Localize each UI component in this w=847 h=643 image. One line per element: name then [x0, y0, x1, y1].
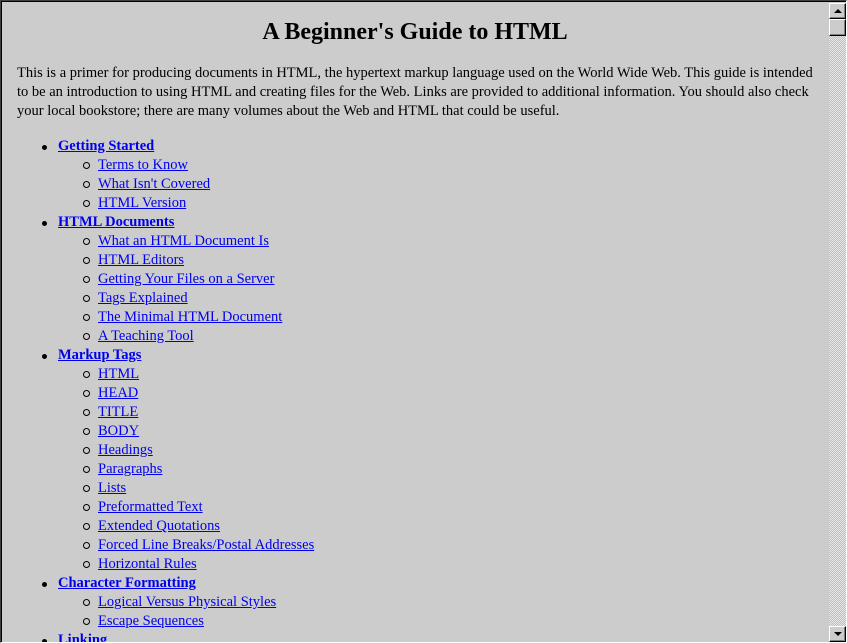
- bullet-circle-icon: [83, 561, 90, 568]
- bullet-disc-icon: [42, 639, 47, 642]
- scroll-down-button[interactable]: [829, 626, 846, 642]
- bullet-circle-icon: [83, 257, 90, 264]
- bullet-circle-icon: [83, 447, 90, 454]
- bullet-circle-icon: [83, 618, 90, 625]
- toc-subsection: Extended Quotations: [58, 517, 827, 536]
- bullet-circle-icon: [83, 314, 90, 321]
- toc-section: HTML Documents What an HTML Document Is HT…: [3, 213, 827, 346]
- document-viewport: A Beginner's Guide to HTML This is a pri…: [3, 3, 827, 642]
- toc-subsection-link[interactable]: A Teaching Tool: [98, 328, 194, 344]
- bullet-circle-icon: [83, 504, 90, 511]
- bullet-circle-icon: [83, 295, 90, 302]
- toc-section-link[interactable]: HTML Documents: [58, 214, 174, 230]
- bullet-disc-icon: [42, 221, 47, 226]
- toc-subsection-link[interactable]: Preformatted Text: [98, 499, 203, 515]
- bullet-circle-icon: [83, 181, 90, 188]
- toc-subsection-link[interactable]: Terms to Know: [98, 157, 188, 173]
- bullet-circle-icon: [83, 276, 90, 283]
- scroll-up-button[interactable]: [829, 3, 846, 19]
- toc-subsection-link[interactable]: HEAD: [98, 385, 138, 401]
- bullet-circle-icon: [83, 162, 90, 169]
- toc-subsection-list: HTML HEAD TITLE BODY Headings Paragraphs Lists…: [58, 365, 827, 574]
- bullet-circle-icon: [83, 390, 90, 397]
- vertical-scrollbar[interactable]: [829, 3, 846, 642]
- bullet-circle-icon: [83, 371, 90, 378]
- toc-section-link[interactable]: Linking: [58, 632, 107, 642]
- toc-subsection-link[interactable]: What an HTML Document Is: [98, 233, 269, 249]
- toc-subsection-link[interactable]: HTML Editors: [98, 252, 184, 268]
- toc-subsection-link[interactable]: Paragraphs: [98, 461, 162, 477]
- toc-subsection: TITLE: [58, 403, 827, 422]
- toc-subsection: Tags Explained: [58, 289, 827, 308]
- toc-subsection-list: Terms to Know What Isn't Covered HTML Vers…: [58, 156, 827, 213]
- toc-section-link[interactable]: Markup Tags: [58, 347, 141, 363]
- toc-subsection: Headings: [58, 441, 827, 460]
- bullet-circle-icon: [83, 485, 90, 492]
- toc-subsection: A Teaching Tool: [58, 327, 827, 346]
- toc-subsection-link[interactable]: Horizontal Rules: [98, 556, 197, 572]
- toc-subsection-link[interactable]: TITLE: [98, 404, 138, 420]
- page-title: A Beginner's Guide to HTML: [262, 19, 568, 45]
- toc-subsection-link[interactable]: The Minimal HTML Document: [98, 309, 282, 325]
- toc-section: Character Formatting Logical Versus Physi…: [3, 574, 827, 631]
- toc-section-link[interactable]: Character Formatting: [58, 575, 196, 591]
- toc-section-link[interactable]: Getting Started: [58, 138, 154, 154]
- bullet-disc-icon: [42, 354, 47, 359]
- bullet-circle-icon: [83, 409, 90, 416]
- toc-subsection-link[interactable]: Logical Versus Physical Styles: [98, 594, 276, 610]
- intro-paragraph: This is a primer for producing documents…: [17, 65, 813, 119]
- toc-subsection: Logical Versus Physical Styles: [58, 593, 827, 612]
- triangle-down-icon: [834, 632, 842, 636]
- toc-subsection: Lists: [58, 479, 827, 498]
- toc-subsection: What Isn't Covered: [58, 175, 827, 194]
- toc-subsection: Horizontal Rules: [58, 555, 827, 574]
- table-of-contents: Getting Started Terms to Know What Isn't C…: [3, 137, 827, 642]
- toc-section: Markup Tags HTML HEAD TITLE BODY Headings Para…: [3, 346, 827, 574]
- toc-subsection: Terms to Know: [58, 156, 827, 175]
- toc-subsection-link[interactable]: HTML: [98, 366, 139, 382]
- toc-subsection-link[interactable]: Getting Your Files on a Server: [98, 271, 274, 287]
- bullet-circle-icon: [83, 523, 90, 530]
- bullet-circle-icon: [83, 542, 90, 549]
- toc-subsection: HTML Editors: [58, 251, 827, 270]
- bullet-disc-icon: [42, 145, 47, 150]
- toc-subsection-list: What an HTML Document Is HTML Editors Gett…: [58, 232, 827, 346]
- toc-subsection: Paragraphs: [58, 460, 827, 479]
- toc-subsection-link[interactable]: Tags Explained: [98, 290, 188, 306]
- toc-subsection-link[interactable]: What Isn't Covered: [98, 176, 210, 192]
- toc-subsection: The Minimal HTML Document: [58, 308, 827, 327]
- bullet-circle-icon: [83, 333, 90, 340]
- toc-subsection: Forced Line Breaks/Postal Addresses: [58, 536, 827, 555]
- toc-section: Linking: [3, 631, 827, 642]
- browser-content-frame: A Beginner's Guide to HTML This is a pri…: [0, 0, 847, 643]
- bullet-disc-icon: [42, 582, 47, 587]
- toc-subsection-list: Logical Versus Physical Styles Escape Seq…: [58, 593, 827, 631]
- toc-subsection-link[interactable]: BODY: [98, 423, 139, 439]
- toc-subsection-link[interactable]: Escape Sequences: [98, 613, 204, 629]
- toc-section: Getting Started Terms to Know What Isn't C…: [3, 137, 827, 213]
- toc-subsection-link[interactable]: Forced Line Breaks/Postal Addresses: [98, 537, 314, 553]
- toc-subsection: Preformatted Text: [58, 498, 827, 517]
- triangle-up-icon: [834, 9, 842, 13]
- bullet-circle-icon: [83, 599, 90, 606]
- toc-subsection: HTML: [58, 365, 827, 384]
- bullet-circle-icon: [83, 200, 90, 207]
- bullet-circle-icon: [83, 466, 90, 473]
- toc-subsection: BODY: [58, 422, 827, 441]
- toc-subsection: Escape Sequences: [58, 612, 827, 631]
- bullet-circle-icon: [83, 428, 90, 435]
- toc-subsection-link[interactable]: Headings: [98, 442, 153, 458]
- bullet-circle-icon: [83, 238, 90, 245]
- toc-subsection-link[interactable]: Extended Quotations: [98, 518, 220, 534]
- scrollbar-thumb[interactable]: [829, 19, 846, 36]
- toc-subsection-link[interactable]: HTML Version: [98, 195, 186, 211]
- toc-subsection: HEAD: [58, 384, 827, 403]
- toc-subsection: What an HTML Document Is: [58, 232, 827, 251]
- toc-subsection-link[interactable]: Lists: [98, 480, 126, 496]
- toc-subsection: HTML Version: [58, 194, 827, 213]
- toc-subsection: Getting Your Files on a Server: [58, 270, 827, 289]
